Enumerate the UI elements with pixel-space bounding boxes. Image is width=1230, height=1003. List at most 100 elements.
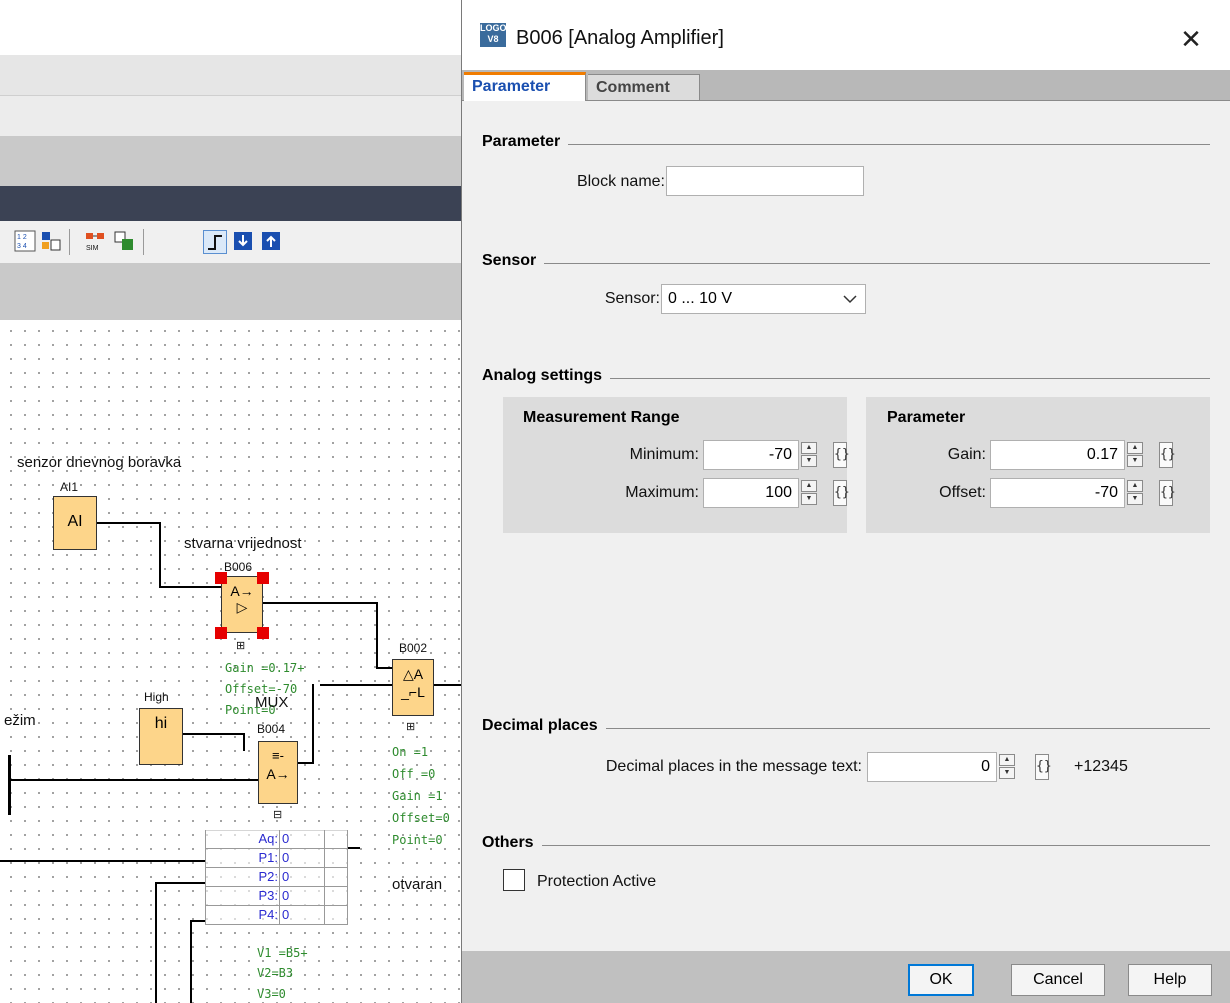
connection-wire[interactable] [159, 586, 221, 588]
align-bottom-icon[interactable] [232, 230, 254, 252]
table-row[interactable]: P1: 0 [205, 849, 348, 868]
sensor-label: Sensor: [604, 290, 660, 307]
canvas-param: Gain =1 [392, 789, 443, 803]
connection-wire[interactable] [0, 860, 205, 862]
canvas-param: Point=0 [392, 833, 443, 847]
bg-gray-strip [0, 136, 470, 186]
connection-wire[interactable] [298, 762, 314, 764]
threshold-block[interactable]: △A _⌐L [392, 659, 434, 716]
selection-handle[interactable] [215, 572, 227, 584]
selection-handle[interactable] [257, 572, 269, 584]
connection-wire[interactable] [320, 684, 392, 686]
canvas-param: Offset=0 [392, 811, 450, 825]
align-top-icon[interactable] [260, 230, 282, 252]
maximum-spinner[interactable]: ▲ ▼ [801, 480, 819, 506]
section-others: Others [482, 834, 1210, 854]
minimum-reference-button[interactable]: {} [833, 442, 850, 468]
measurement-range-title: Measurement Range [523, 409, 680, 426]
block-number-icon[interactable] [40, 230, 62, 252]
tab-strip: Parameter Comment [462, 70, 1230, 101]
minimum-spinner[interactable]: ▲ ▼ [801, 442, 819, 468]
gain-label: Gain: [947, 446, 986, 463]
connection-wire[interactable] [159, 522, 161, 588]
svg-text:1 2: 1 2 [17, 234, 27, 241]
connection-wire[interactable] [263, 602, 378, 604]
sensor-dropdown[interactable]: 0 ... 10 V [661, 284, 866, 314]
online-test-icon[interactable] [113, 230, 135, 252]
gain-field[interactable]: 0.17 [990, 440, 1125, 470]
table-row[interactable]: P3: 0 [205, 887, 348, 906]
dialog-titlebar[interactable]: LOGO V8 B006 [Analog Amplifier] ✕ [462, 0, 1230, 70]
canvas-param: V2=B3 [257, 966, 294, 980]
decimal-reference-button[interactable]: {} [1035, 754, 1052, 780]
collapse-icon[interactable]: ⊟ [273, 808, 282, 821]
help-button[interactable]: Help [1128, 964, 1212, 996]
analog-amplifier-block[interactable]: A→ ▷ [221, 576, 263, 633]
simulation-network-icon[interactable]: SIM [84, 230, 106, 252]
selection-handle[interactable] [257, 627, 269, 639]
canvas-label: stvarna vrijednost [184, 535, 302, 552]
canvas-label: AI1 [60, 480, 79, 494]
selection-handle[interactable] [215, 627, 227, 639]
decimal-places-field[interactable]: 0 [867, 752, 997, 782]
grid-numbers-icon[interactable]: 1 23 4 [14, 230, 36, 252]
connection-wire[interactable] [97, 522, 160, 524]
canvas-label: B006 [224, 560, 253, 574]
maximum-field[interactable]: 100 [703, 478, 799, 508]
dialog-title: B006 [Analog Amplifier] [516, 27, 724, 49]
connection-wire[interactable] [348, 847, 360, 849]
connection-wire[interactable] [190, 920, 192, 1003]
canvas-label: MUX [255, 694, 289, 711]
section-decimal-places: Decimal places [482, 717, 1210, 737]
constant-high-block[interactable]: hi [139, 708, 183, 765]
svg-text:SIM: SIM [86, 245, 99, 252]
canvas-param: Off =0 [392, 767, 436, 781]
tab-comment[interactable]: Comment [588, 74, 700, 100]
multiplexer-block[interactable]: ≡- A→ [258, 741, 298, 804]
offset-reference-button[interactable]: {} [1159, 480, 1176, 506]
cancel-button[interactable]: Cancel [1011, 964, 1105, 996]
connection-wire[interactable] [376, 602, 378, 668]
canvas-label: senzor dnevnog boravka [17, 454, 182, 471]
gain-spinner[interactable]: ▲ ▼ [1127, 442, 1145, 468]
analog-input-block[interactable]: AI [53, 496, 97, 550]
section-analog-settings: Analog settings [482, 367, 1210, 387]
offset-spinner[interactable]: ▲ ▼ [1127, 480, 1145, 506]
close-icon[interactable]: ✕ [1174, 22, 1208, 56]
connection-wire[interactable] [8, 755, 11, 815]
connection-wire[interactable] [183, 733, 243, 735]
measurement-range-panel: Measurement Range Minimum: -70 ▲ ▼ {} Max… [503, 397, 850, 533]
connection-wire[interactable] [10, 779, 258, 781]
connector-select-icon[interactable] [203, 230, 227, 254]
gain-reference-button[interactable]: {} [1159, 442, 1176, 468]
offset-label: Offset: [939, 484, 986, 501]
tab-parameter[interactable]: Parameter [464, 72, 586, 101]
ok-button[interactable]: OK [908, 964, 974, 996]
expand-icon[interactable]: ⊞ [406, 720, 415, 733]
table-row[interactable]: P2: 0 [205, 868, 348, 887]
connection-wire[interactable] [155, 882, 205, 884]
minimum-field[interactable]: -70 [703, 440, 799, 470]
expand-icon[interactable]: ⊞ [236, 639, 245, 652]
table-row[interactable]: P4: 0 [205, 906, 348, 925]
dialog-footer: OK Cancel Help [462, 951, 1230, 1003]
table-row[interactable]: Aq: 0 [205, 830, 348, 849]
offset-field[interactable]: -70 [990, 478, 1125, 508]
canvas-label: High [144, 690, 169, 704]
connection-wire[interactable] [312, 684, 314, 764]
connection-wire[interactable] [434, 684, 461, 686]
maximum-reference-button[interactable]: {} [833, 480, 850, 506]
connection-wire[interactable] [190, 920, 205, 922]
decimal-places-label: Decimal places in the message text: [605, 758, 862, 775]
connection-wire[interactable] [243, 733, 245, 751]
canvas-param: On =1 [392, 745, 429, 759]
connection-wire[interactable] [155, 882, 157, 1003]
bg-gray-strip-2 [0, 263, 470, 320]
decimal-places-spinner[interactable]: ▲ ▼ [999, 754, 1017, 780]
block-name-field[interactable] [666, 166, 864, 196]
canvas-label: B002 [399, 641, 428, 655]
connection-wire[interactable] [376, 667, 392, 669]
canvas-label: ežim [4, 712, 36, 729]
protection-active-checkbox[interactable] [503, 869, 525, 891]
canvas-param: V3=0 [257, 987, 286, 1001]
